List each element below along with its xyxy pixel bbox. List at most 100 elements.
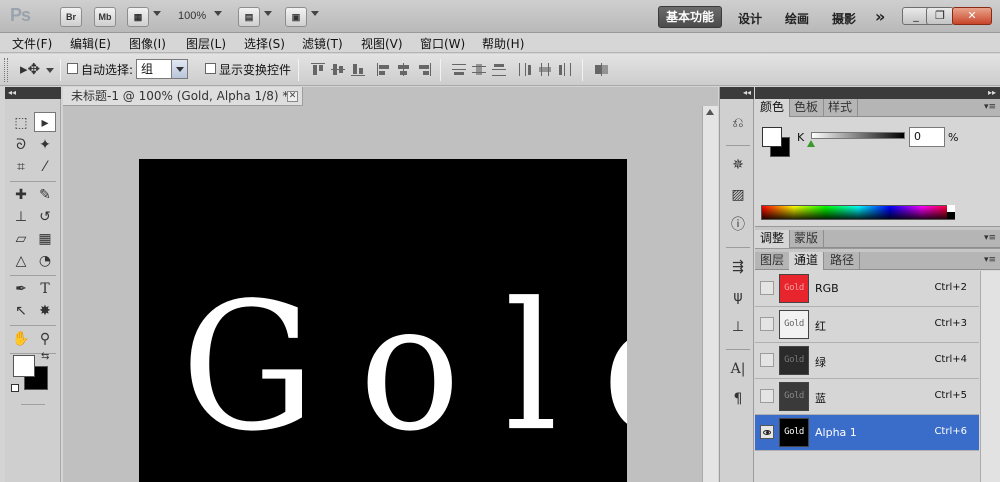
launch-bridge-button[interactable]: Br — [60, 7, 82, 27]
zoom-level[interactable]: 100% — [178, 10, 206, 22]
align-right-edges-icon[interactable] — [417, 63, 431, 76]
lasso-tool[interactable]: ᘐ — [10, 135, 32, 155]
align-bottom-edges-icon[interactable] — [351, 63, 365, 76]
brush-tool[interactable]: ✎ — [34, 185, 56, 205]
tab-channels[interactable]: 通道 — [789, 252, 825, 270]
close-button[interactable]: ✕ — [952, 7, 992, 25]
clone-stamp-tool[interactable]: ⊥ — [10, 207, 32, 227]
tab-swatches[interactable]: 色板 — [789, 99, 825, 117]
canvas[interactable]: Gold — [139, 159, 627, 482]
scroll-up-icon[interactable] — [706, 109, 714, 115]
options-bar-grip[interactable] — [4, 58, 8, 82]
show-transform-controls-checkbox[interactable] — [205, 63, 216, 74]
move-tool[interactable]: ▸ — [34, 112, 56, 132]
brush-panel-icon[interactable]: ψ — [728, 287, 748, 307]
panel-menu-icon[interactable]: ▾≡ — [984, 255, 996, 265]
move-tool-preset-icon[interactable]: ▸✥ — [20, 60, 40, 78]
k-value-input[interactable]: 0 — [909, 127, 945, 147]
document-tab[interactable]: 未标题-1 @ 100% (Gold, Alpha 1/8) * ✕ — [63, 87, 303, 106]
tab-layers[interactable]: 图层 — [755, 252, 791, 270]
distribute-bottom-edges-icon[interactable] — [492, 63, 506, 76]
k-slider-thumb[interactable] — [807, 140, 815, 147]
align-top-edges-icon[interactable] — [311, 63, 325, 76]
custom-shape-tool[interactable]: ✸ — [34, 301, 56, 321]
channel-row[interactable]: Gold Alpha 1 Ctrl+6 — [755, 415, 979, 451]
channel-visibility-toggle[interactable] — [760, 281, 774, 295]
workspace-design[interactable]: 设计 — [738, 10, 762, 27]
character-panel-icon[interactable]: A| — [728, 359, 748, 379]
blur-tool[interactable]: △ — [10, 251, 32, 271]
menu-filter[interactable]: 滤镜(T) — [302, 35, 343, 52]
crop-tool[interactable]: ⌗ — [10, 157, 32, 177]
tab-paths[interactable]: 路径 — [825, 252, 861, 270]
channel-visibility-toggle[interactable] — [760, 353, 774, 367]
distribute-right-edges-icon[interactable] — [558, 63, 572, 76]
panel-menu-icon[interactable]: ▾≡ — [984, 102, 996, 112]
distribute-horizontal-centers-icon[interactable] — [538, 63, 552, 76]
color-foreground-swatch[interactable] — [762, 127, 782, 147]
hand-tool[interactable]: ✋ — [10, 329, 32, 349]
menu-help[interactable]: 帮助(H) — [482, 35, 524, 52]
align-vertical-centers-icon[interactable] — [331, 63, 345, 76]
auto-select-checkbox[interactable] — [67, 63, 78, 74]
eraser-tool[interactable]: ▱ — [10, 229, 32, 249]
channel-row[interactable]: Gold 蓝 Ctrl+5 — [755, 379, 979, 415]
menu-image[interactable]: 图像(I) — [129, 35, 166, 52]
channel-row[interactable]: Gold 红 Ctrl+3 — [755, 307, 979, 343]
workspace-essentials[interactable]: 基本功能 — [658, 6, 722, 28]
launch-mini-bridge-button[interactable]: Mb — [94, 7, 116, 27]
rectangular-marquee-tool[interactable]: ⬚ — [10, 113, 32, 133]
menu-window[interactable]: 窗口(W) — [420, 35, 465, 52]
screen-mode-dropdown-icon[interactable] — [311, 11, 319, 16]
tab-masks[interactable]: 蒙版 — [789, 230, 825, 248]
vertical-scrollbar[interactable] — [702, 106, 718, 482]
zoom-dropdown-icon[interactable] — [214, 11, 222, 16]
panel-menu-icon[interactable]: ▾≡ — [984, 233, 996, 243]
tab-adjustments[interactable]: 调整 — [755, 230, 791, 248]
k-slider-track[interactable] — [811, 132, 905, 139]
collapse-panel-icon[interactable]: ◂◂ — [5, 87, 61, 99]
color-spectrum-ramp[interactable] — [761, 205, 955, 220]
arrange-documents-dropdown-icon[interactable] — [264, 11, 272, 16]
type-tool[interactable]: T — [34, 279, 56, 299]
dodge-tool[interactable]: ◔ — [34, 251, 56, 271]
tab-styles[interactable]: 样式 — [823, 99, 859, 117]
align-left-edges-icon[interactable] — [377, 63, 391, 76]
collapse-panels-icon[interactable]: ▸▸ — [755, 87, 1000, 99]
screen-mode-button[interactable]: ▣ — [285, 7, 307, 27]
distribute-vertical-centers-icon[interactable] — [472, 63, 486, 76]
channel-visibility-toggle[interactable] — [760, 425, 774, 439]
path-selection-tool[interactable]: ↖ — [10, 301, 32, 321]
channel-row[interactable]: Gold RGB Ctrl+2 — [755, 271, 979, 307]
paragraph-panel-icon[interactable]: ¶ — [728, 389, 748, 409]
menu-view[interactable]: 视图(V) — [361, 35, 403, 52]
clone-source-panel-icon[interactable]: ⊥ — [728, 317, 748, 337]
arrange-documents-button[interactable]: ▤ — [238, 7, 260, 27]
brush-presets-panel-icon[interactable]: ⇶ — [728, 257, 748, 277]
auto-select-dropdown[interactable]: 组 — [136, 59, 188, 79]
distribute-left-edges-icon[interactable] — [518, 63, 532, 76]
spot-healing-brush-tool[interactable]: ✚ — [10, 185, 32, 205]
eyedropper-tool[interactable]: ⁄ — [34, 157, 56, 177]
distribute-top-edges-icon[interactable] — [452, 63, 466, 76]
view-extras-dropdown-icon[interactable] — [153, 11, 161, 16]
restore-button[interactable]: ❐ — [926, 7, 954, 25]
black-white-ramp[interactable] — [947, 205, 955, 220]
menu-layer[interactable]: 图层(L) — [186, 35, 226, 52]
info-panel-icon[interactable]: ⓘ — [728, 215, 748, 235]
menu-edit[interactable]: 编辑(E) — [70, 35, 111, 52]
view-extras-button[interactable]: ▦ — [127, 7, 149, 27]
channel-visibility-toggle[interactable] — [760, 317, 774, 331]
navigator-panel-icon[interactable]: ✵ — [728, 155, 748, 175]
foreground-color-swatch[interactable] — [13, 355, 35, 377]
channels-scrollbar[interactable] — [980, 271, 1000, 482]
menu-file[interactable]: 文件(F) — [12, 35, 52, 52]
align-horizontal-centers-icon[interactable] — [397, 63, 411, 76]
close-icon[interactable]: ✕ — [287, 91, 298, 102]
channel-row[interactable]: Gold 绿 Ctrl+4 — [755, 343, 979, 379]
quick-selection-tool[interactable]: ✦ — [34, 135, 56, 155]
tab-color[interactable]: 颜色 — [755, 99, 791, 117]
pen-tool[interactable]: ✒ — [10, 279, 32, 299]
expand-panels-icon[interactable]: ◂◂ — [720, 87, 754, 99]
history-panel-icon[interactable]: ⎌ — [728, 113, 748, 133]
